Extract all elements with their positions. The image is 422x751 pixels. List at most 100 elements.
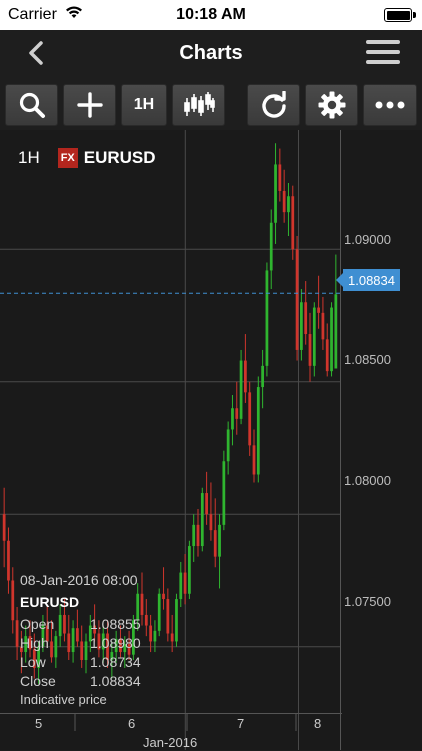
status-bar: Carrier 10:18 AM [0,0,422,30]
candlestick-icon [183,92,215,116]
candle-body [325,339,329,372]
candle-body [282,190,286,213]
ohlc-info-panel: 08-Jan-2016 08:00 EURUSD Open 1.08855 Hi… [20,572,141,707]
candle-body [265,270,269,366]
candle-body [308,334,312,366]
gear-icon [318,91,345,119]
price-chart[interactable]: 1H FX EURUSD 1.09000 1.08500 1.08000 1.0… [0,130,422,750]
info-label: Open [20,616,55,632]
chart-toolbar: 1H [0,80,422,130]
info-symbol: EURUSD [20,594,80,610]
info-value: 1.08834 [90,673,141,689]
refresh-button[interactable] [247,84,300,126]
more-button[interactable] [363,84,417,126]
price-axis-label: 1.09000 [344,232,391,247]
price-axis-label: 1.07500 [344,594,391,609]
candle-body [157,593,161,631]
candle-body [149,625,152,642]
candle-body [330,307,333,372]
candle-body [334,294,338,369]
candle-body [222,461,226,525]
info-timestamp: 08-Jan-2016 08:00 [20,572,138,588]
info-label: High [20,635,49,651]
candle-body [205,493,208,515]
info-value: 1.08855 [90,616,141,632]
candle-body [312,307,316,366]
candle-body [218,524,221,557]
page-title: Charts [179,42,243,64]
candle-body [300,302,303,350]
search-button[interactable] [5,84,58,126]
timeframe-button-label: 1H [133,96,155,113]
candle-body [248,392,252,446]
candle-body [166,599,170,634]
month-label: Jan-2016 [143,735,198,750]
candle-body [144,614,148,626]
price-axis-label: 1.08000 [344,473,391,488]
candle-body [2,514,6,541]
candle-body [321,312,325,340]
candle-body [188,546,191,594]
battery-icon [384,8,416,22]
search-icon [19,92,45,118]
candle-body [213,530,217,557]
info-label: Low [20,654,46,670]
candle-body [287,196,290,213]
info-row-low: Low 1.08734 [20,654,141,673]
day-label: 5 [35,716,43,731]
fx-badge: FX [57,148,78,168]
candle-body [196,524,200,547]
candle-body [317,307,320,313]
plus-icon [76,92,103,118]
settings-button[interactable] [305,84,358,126]
nav-bar: Charts [0,30,422,75]
candle-body [261,365,264,388]
candle-body [170,633,174,642]
add-button[interactable] [63,84,116,126]
candle-body [175,599,178,642]
day-label: 6 [128,716,136,731]
candle-body [200,493,204,547]
hamburger-menu-icon[interactable] [366,40,400,66]
candle-body [179,572,183,600]
candle-body [7,540,10,581]
candle-body [140,593,144,615]
candle-body [231,408,234,430]
candle-body [291,196,295,250]
candle-body [235,408,239,419]
info-value: 1.08980 [90,635,141,651]
candle-body [11,580,15,621]
candle-body [278,164,282,191]
chart-symbol: EURUSD [83,148,156,167]
info-row-close: Close 1.08834 [20,673,141,692]
more-dots-icon [375,101,405,109]
candle-body [295,249,299,350]
refresh-icon [261,91,286,118]
day-label: 8 [314,716,322,731]
chart-header: 1H FX EURUSD [18,148,156,168]
candle-body [269,222,273,271]
indicative-price-note: Indicative price [20,692,107,707]
chart-timeframe: 1H [18,148,40,167]
candle-body [183,572,187,594]
clock: 10:18 AM [176,6,246,23]
candle-body [252,445,256,475]
candle-body [304,302,308,335]
price-axis-label: 1.08500 [344,352,391,367]
candle-body [244,360,247,393]
candle-body [256,387,260,475]
candle-body [239,360,243,419]
info-row-high: High 1.08980 [20,635,141,654]
candle-body [162,593,165,600]
info-value: 1.08734 [90,654,141,670]
chart-type-button[interactable] [172,84,225,126]
candle-body [192,524,196,547]
candle-body [209,514,213,531]
candle-body [153,630,157,642]
info-label: Close [20,673,56,689]
info-row-open: Open 1.08855 [20,616,141,635]
candle-body [15,620,19,647]
candle-body [226,429,230,462]
timeframe-button[interactable]: 1H [121,84,167,126]
time-axis: 5 6 7 8 Jan-2016 [0,713,342,751]
